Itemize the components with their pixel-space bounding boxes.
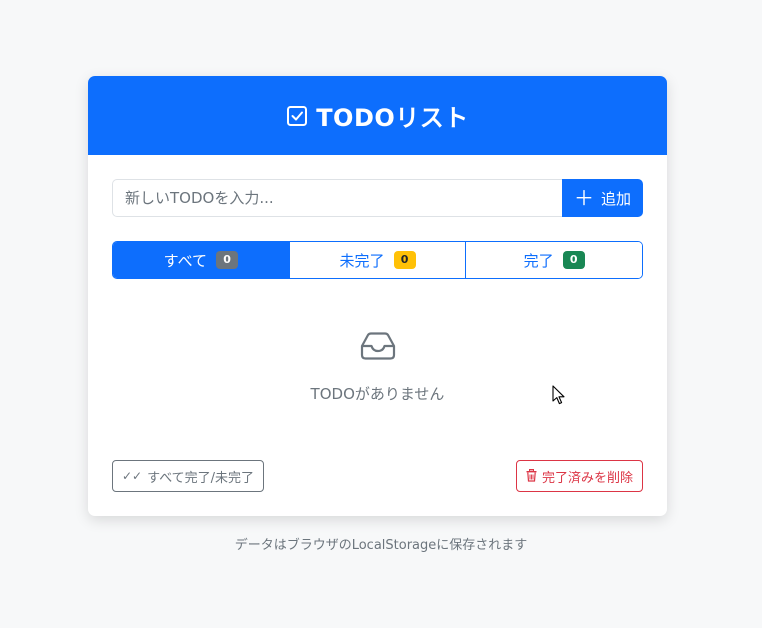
- filter-active-count: 0: [393, 251, 416, 269]
- filter-active-label: 未完了: [339, 251, 385, 270]
- empty-state: TODOがありません: [88, 331, 667, 404]
- toggle-all-button[interactable]: ✓✓ すべて完了/未完了: [112, 460, 265, 492]
- filter-completed-label: 完了: [523, 251, 554, 270]
- filter-all[interactable]: すべて 0: [113, 242, 290, 278]
- filter-active[interactable]: 未完了 0: [289, 242, 467, 278]
- add-todo-row: ＋ 追加: [112, 179, 643, 217]
- add-button-label: 追加: [600, 189, 631, 208]
- filter-completed-count: 0: [562, 251, 585, 269]
- filter-all-count: 0: [216, 251, 239, 269]
- card-header: TODOリスト: [88, 76, 667, 155]
- toggle-all-label: すべて完了/未完了: [147, 470, 255, 486]
- empty-message: TODOがありません: [310, 385, 445, 403]
- bulk-actions: ✓✓ すべて完了/未完了 完了済みを削除: [112, 460, 643, 492]
- delete-completed-label: 完了済みを削除: [541, 470, 633, 486]
- filter-all-label: すべて: [163, 251, 208, 270]
- trash-icon: [526, 468, 537, 484]
- todo-input[interactable]: [112, 179, 562, 217]
- page-title: TODOリスト: [316, 104, 469, 132]
- check-square-icon: [286, 105, 308, 127]
- inbox-icon: [359, 331, 397, 361]
- todo-card: TODOリスト ＋ 追加 すべて 0 未完了 0 完了 0 TODOがありません: [88, 76, 667, 516]
- mouse-cursor-icon: [552, 385, 565, 405]
- storage-note: データはブラウザのLocalStorageに保存されます: [234, 538, 528, 553]
- plus-icon: ＋: [573, 186, 594, 210]
- add-button[interactable]: ＋ 追加: [562, 179, 643, 217]
- filter-tabs: すべて 0 未完了 0 完了 0: [112, 241, 643, 279]
- filter-completed[interactable]: 完了 0: [466, 242, 642, 278]
- delete-completed-button[interactable]: 完了済みを削除: [515, 460, 643, 492]
- double-check-icon: ✓✓: [122, 469, 143, 483]
